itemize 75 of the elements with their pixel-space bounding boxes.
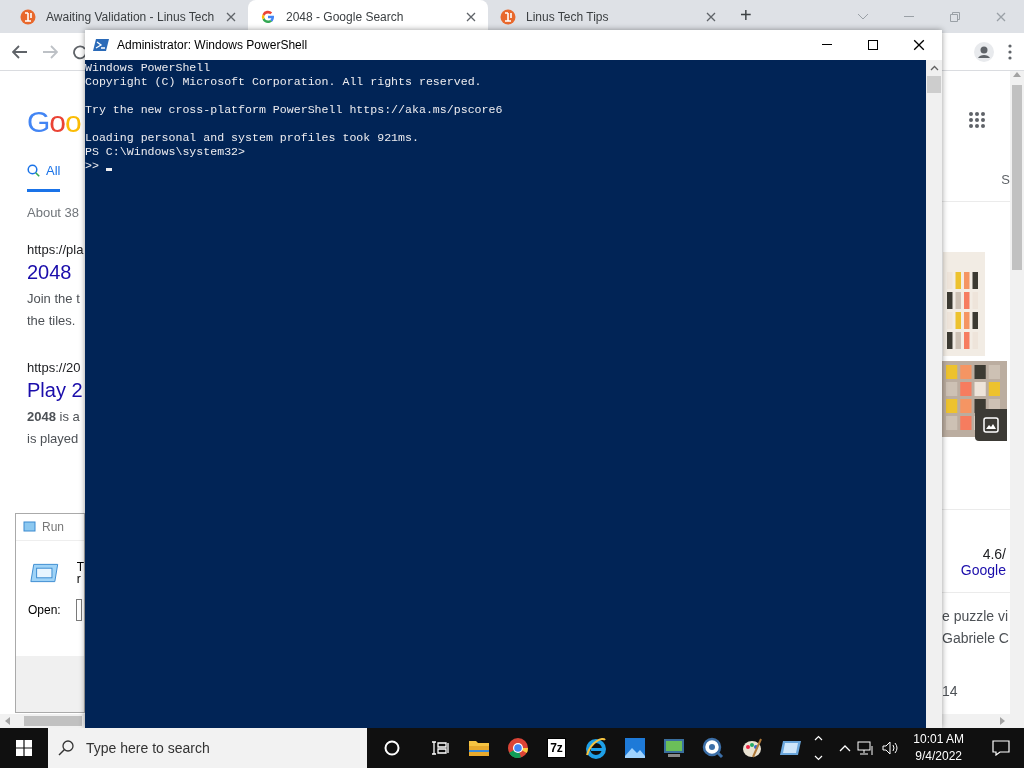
panel-footer-text: 14 <box>942 683 959 699</box>
console-line: Try the new cross-platform PowerShell https://aka.ms/pscore6 <box>85 103 503 117</box>
taskbar-search-field[interactable]: Type here to search <box>48 728 367 768</box>
new-tab-button[interactable]: + <box>740 4 752 27</box>
dialog-footer <box>16 656 84 712</box>
result-url: https://20 <box>27 360 82 375</box>
dialog-text: r <box>76 573 82 585</box>
result-snippet: Join the t <box>27 290 81 308</box>
result-stats: About 38 <box>27 205 81 220</box>
image-icon <box>983 417 999 433</box>
tablet-icon[interactable] <box>778 738 803 758</box>
powershell-icon <box>93 38 109 52</box>
rating-text: 4.6/ <box>981 546 1006 562</box>
search-icon <box>27 164 40 177</box>
maximize-icon[interactable] <box>868 40 878 50</box>
network-icon[interactable] <box>857 740 876 756</box>
console-line: Copyright (C) Microsoft Corporation. All rights reserved. <box>85 75 482 89</box>
windows-logo-icon <box>16 740 32 756</box>
monitor-icon[interactable] <box>661 737 686 759</box>
open-field[interactable] <box>75 599 82 621</box>
task-view-icon[interactable] <box>430 740 449 756</box>
more-menu-icon[interactable] <box>1008 43 1012 60</box>
result-snippet: 2048 is a <box>27 408 81 426</box>
clock[interactable]: 10:01 AM 9/4/2022 <box>905 731 972 765</box>
result-title-link[interactable]: Play 2 <box>27 379 85 402</box>
scrollbar-thumb[interactable] <box>1012 85 1022 270</box>
console-line: >> <box>85 159 99 173</box>
result-snippet: is played <box>27 430 80 448</box>
google-logo-icon <box>260 8 276 25</box>
chrome-icon[interactable] <box>506 737 529 759</box>
run-program-icon <box>28 561 59 585</box>
magnifier-icon[interactable] <box>701 737 724 759</box>
window-title: Administrator: Windows PowerShell <box>117 38 308 52</box>
panel-snippet: e puzzle vi <box>942 607 1010 626</box>
result-title-link[interactable]: 2048 <box>27 261 85 284</box>
panel-snippet: Gabriele C <box>942 629 1010 648</box>
browser-tab[interactable]: Awaiting Validation - Linus Tech <box>8 0 248 33</box>
apps-grid-icon[interactable] <box>968 111 986 129</box>
google-logo: Goo <box>27 105 82 139</box>
back-arrow-icon[interactable] <box>12 44 28 59</box>
dialog-title: Run <box>42 520 64 534</box>
search-tab[interactable]: All <box>27 163 61 192</box>
text-cursor <box>105 167 112 171</box>
console-line: PS C:\Windows\system32> <box>85 145 246 159</box>
open-label: Open: <box>28 604 61 616</box>
run-icon <box>22 521 36 533</box>
photos-icon[interactable] <box>623 737 646 759</box>
reload-icon[interactable] <box>72 43 88 60</box>
console-line: Loading personal and system profiles took 921ms. <box>85 131 419 145</box>
archiver-icon[interactable]: 7z <box>547 738 566 758</box>
palette-icon[interactable] <box>740 737 763 759</box>
search-tab[interactable]: S <box>1001 172 1010 201</box>
notifications-icon[interactable] <box>992 740 1010 756</box>
profile-icon[interactable] <box>974 41 994 62</box>
search-icon <box>58 740 74 756</box>
close-icon[interactable] <box>913 39 925 51</box>
result-snippet: the tiles. <box>27 312 77 330</box>
source-link[interactable]: Google <box>942 562 1006 578</box>
result-url: https://pla <box>27 242 85 257</box>
folder-icon[interactable] <box>467 739 490 757</box>
console-line: Windows PowerShell <box>85 61 211 75</box>
close-icon[interactable] <box>466 11 476 22</box>
browser-tab[interactable]: Linus Tech Tips <box>488 0 728 33</box>
chevron-up-icon[interactable] <box>839 744 852 752</box>
volume-icon[interactable] <box>881 740 900 756</box>
dialog-text: T <box>76 561 84 573</box>
forum-logo-icon <box>20 8 36 25</box>
minimize-icon[interactable] <box>822 44 832 46</box>
scrollbar-thumb[interactable] <box>927 76 941 93</box>
cortana-icon[interactable] <box>383 740 400 756</box>
scroll-down-icon[interactable] <box>813 755 823 761</box>
browser-e-icon[interactable] <box>584 737 607 759</box>
forum-logo-icon <box>500 8 516 25</box>
image-button[interactable] <box>975 409 1007 441</box>
scrollbar-thumb[interactable] <box>24 716 82 726</box>
